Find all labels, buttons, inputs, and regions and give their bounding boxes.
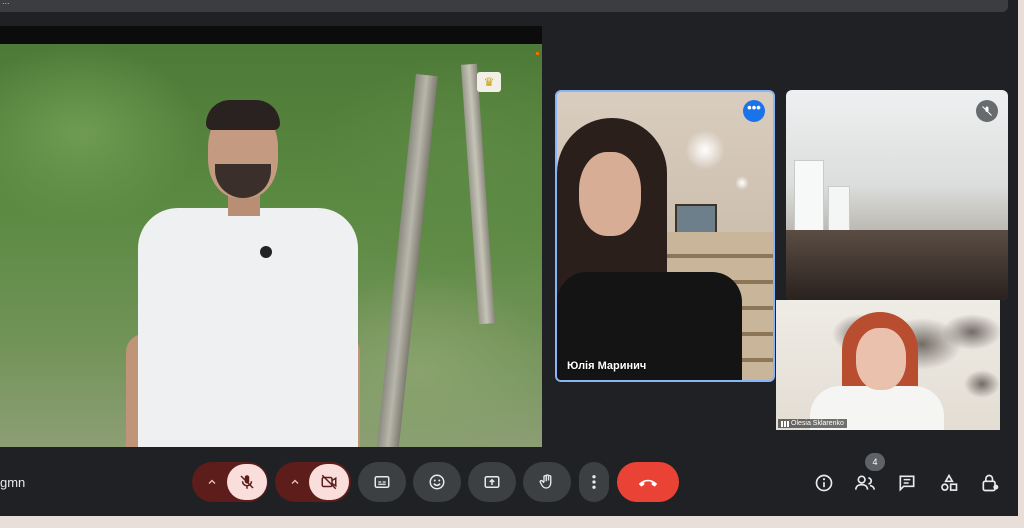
activities-button[interactable] (936, 470, 962, 496)
camera-off-icon (321, 474, 337, 490)
browser-top-bar: ... (0, 0, 1008, 12)
recording-dot (536, 52, 539, 55)
present-button[interactable] (468, 462, 516, 502)
chevron-up-icon (291, 479, 299, 484)
participant-tile-olesia[interactable]: Olesia Sklarenko (776, 300, 1000, 430)
participant-tile-classroom[interactable] (786, 90, 1008, 300)
chat-icon (899, 475, 915, 492)
captions-icon (374, 476, 390, 488)
chevron-up-icon (208, 479, 216, 484)
top-bar-text: ... (2, 0, 10, 6)
more-vert-icon (592, 475, 596, 489)
speaker-background (0, 44, 542, 447)
present-screen-icon (484, 476, 500, 488)
leave-call-button[interactable] (617, 462, 679, 502)
emoji-icon (429, 474, 445, 490)
shapes-icon (941, 473, 958, 491)
participant-name-label: Olesia Sklarenko (791, 420, 844, 427)
mic-muted-icon (976, 100, 998, 122)
speaker-person (120, 84, 370, 447)
participant-tile-yulia[interactable]: ••• Юлія Маринич (555, 90, 775, 382)
camera-options-button[interactable] (277, 462, 313, 502)
reactions-button[interactable] (413, 462, 461, 502)
mic-options-button[interactable] (194, 462, 230, 502)
signal-bars-icon (781, 420, 789, 427)
meet-window: ... ♛ ••• Юлія Маринич Olesia Sklarenko … (0, 0, 1018, 516)
more-options-button[interactable] (579, 462, 609, 502)
participant-name-tag: Olesia Sklarenko (778, 419, 847, 428)
meeting-code: gmn (0, 475, 26, 490)
main-speaker-video[interactable] (0, 26, 542, 447)
call-end-icon (638, 479, 658, 487)
host-controls-button[interactable] (977, 470, 1003, 496)
lock-person-icon (982, 474, 999, 492)
meeting-info-button[interactable] (811, 470, 837, 496)
students-group (786, 230, 1008, 300)
mic-toggle-button[interactable] (227, 464, 267, 500)
camera-toggle-button[interactable] (309, 464, 349, 500)
mic-off-icon (240, 475, 254, 489)
people-button[interactable] (852, 470, 878, 496)
info-icon (815, 474, 833, 492)
participant-name-label: Юлія Маринич (567, 360, 647, 372)
participants-count-badge: 4 (865, 453, 885, 471)
raise-hand-button[interactable] (523, 462, 571, 502)
chat-button[interactable] (894, 470, 920, 496)
hand-icon (539, 474, 552, 489)
channel-logo-icon: ♛ (477, 72, 501, 92)
captions-button[interactable] (358, 462, 406, 502)
tile-more-options-button[interactable]: ••• (743, 100, 765, 122)
people-icon (855, 475, 875, 490)
